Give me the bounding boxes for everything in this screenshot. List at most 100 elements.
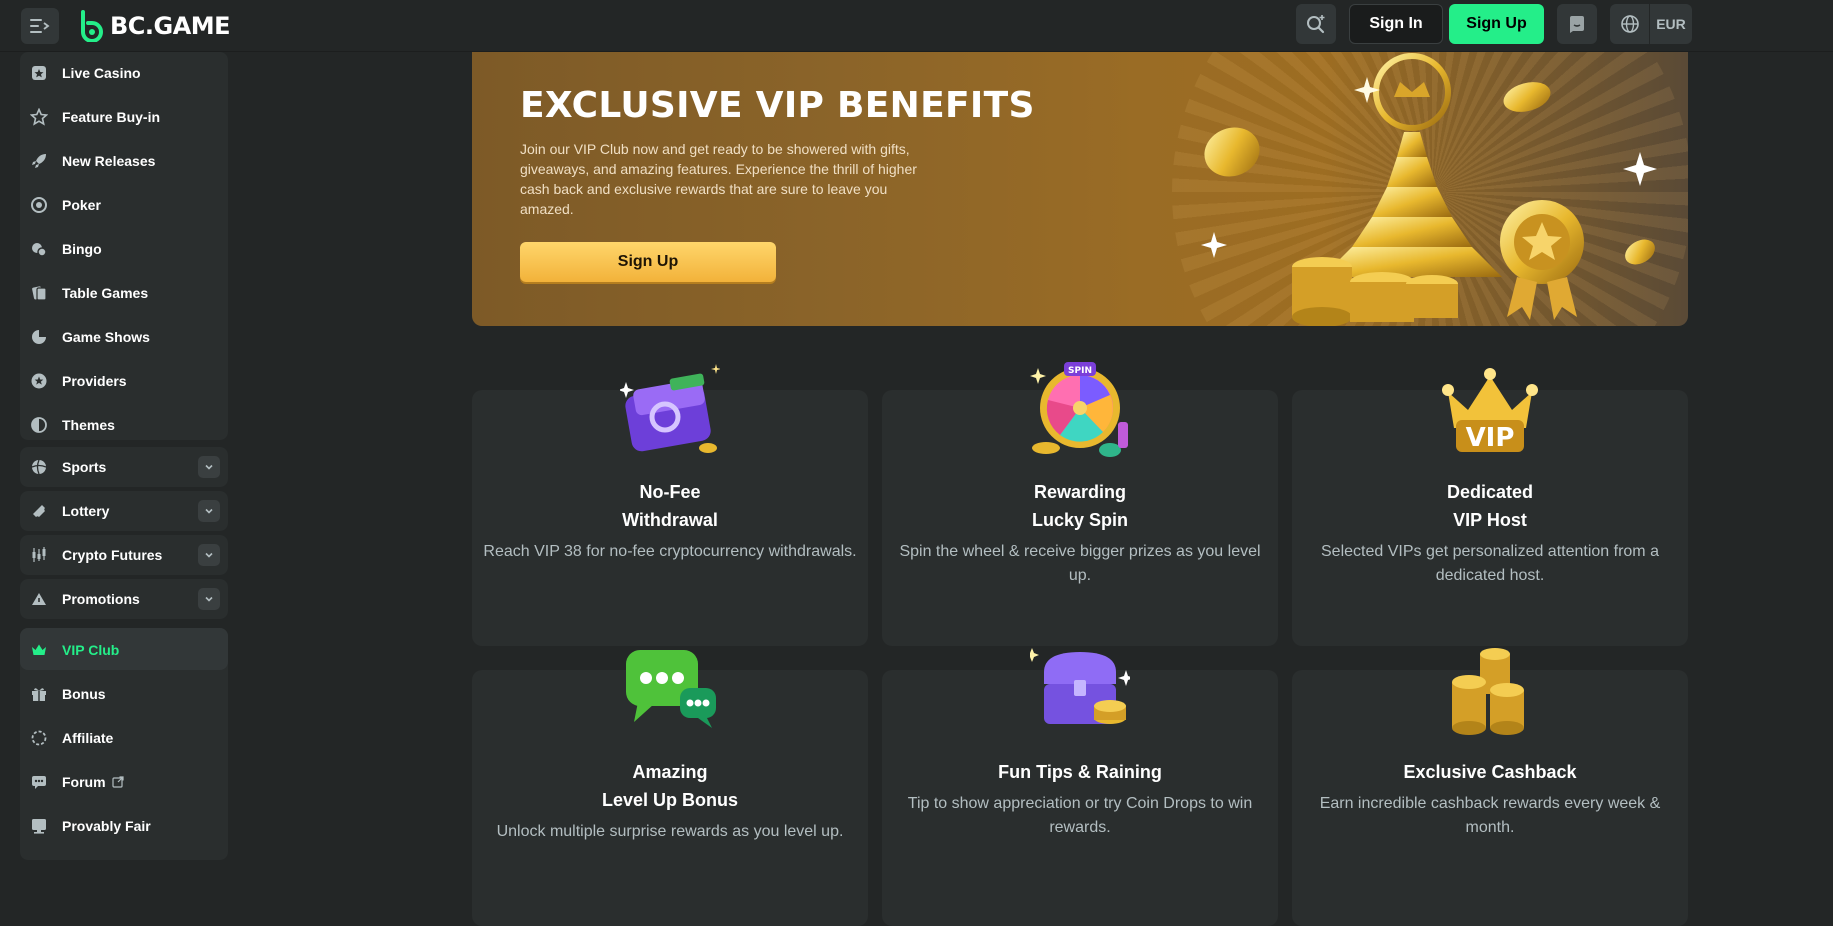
- sidebar-item-label: Crypto Futures: [62, 547, 163, 563]
- sidebar-item-bingo[interactable]: Bingo: [20, 227, 228, 271]
- sidebar-item-label: Provably Fair: [62, 818, 151, 834]
- poker-chip-icon: [28, 194, 50, 216]
- sidebar-item-label: Promotions: [62, 591, 140, 607]
- svg-text:VIP: VIP: [1466, 423, 1515, 453]
- provably-fair-icon: [28, 815, 50, 837]
- sidebar-item-poker[interactable]: Poker: [20, 183, 228, 227]
- search-icon: [1307, 15, 1325, 34]
- card-description: Selected VIPs get personalized attention…: [1321, 543, 1659, 584]
- sidebar-item-provably-fair[interactable]: Provably Fair: [20, 804, 228, 848]
- sidebar: Live Casino Feature Buy-in New Releases …: [0, 51, 243, 860]
- forum-icon: [28, 771, 50, 793]
- sidebar-item-game-shows[interactable]: Game Shows: [20, 315, 228, 359]
- gold-pyramid-illustration: [1201, 53, 1657, 326]
- benefit-card-no-fee-withdrawal: No-Fee Withdrawal Reach VIP 38 for no-fe…: [472, 364, 868, 646]
- affiliate-icon: [28, 727, 50, 749]
- chevron-down-icon[interactable]: [198, 544, 220, 566]
- sidebar-item-forum[interactable]: Forum: [20, 760, 228, 804]
- sign-in-button[interactable]: Sign In: [1349, 4, 1443, 44]
- menu-toggle-button[interactable]: [21, 8, 59, 44]
- table-games-icon: [28, 282, 50, 304]
- game-shows-icon: [28, 326, 50, 348]
- top-header: BC.GAME Sign In Sign Up EUR: [0, 0, 1833, 52]
- sidebar-item-label: Game Shows: [62, 329, 150, 345]
- sidebar-item-promotions[interactable]: Promotions: [20, 577, 228, 621]
- card-title: Withdrawal: [622, 510, 718, 530]
- sidebar-item-label: Lottery: [62, 503, 110, 519]
- hero-sign-up-button[interactable]: Sign Up: [520, 242, 776, 282]
- chevron-down-icon[interactable]: [198, 500, 220, 522]
- star-icon: [28, 106, 50, 128]
- sidebar-item-feature-buy-in[interactable]: Feature Buy-in: [20, 95, 228, 139]
- benefit-card-tips-raining: Fun Tips & Raining Tip to show appreciat…: [882, 648, 1278, 926]
- card-title: Lucky Spin: [1031, 510, 1129, 530]
- sidebar-item-table-games[interactable]: Table Games: [20, 271, 228, 315]
- chat-bubbles-icon: [626, 650, 716, 728]
- chevron-down-icon[interactable]: [198, 456, 220, 478]
- treasure-chest-icon: [1030, 648, 1130, 724]
- sidebar-item-label: Affiliate: [62, 730, 114, 746]
- hero-description: Join our VIP Club now and get ready to b…: [520, 141, 917, 217]
- vip-hero-banner: EXCLUSIVE VIP BENEFITS Join our VIP Club…: [472, 52, 1688, 326]
- sports-ball-icon: [28, 456, 50, 478]
- sidebar-item-crypto-futures[interactable]: Crypto Futures: [20, 533, 228, 577]
- lottery-ticket-icon: [28, 500, 50, 522]
- gift-icon: [28, 683, 50, 705]
- benefit-card-lucky-spin: SPIN Rewarding Lucky Spin Spin the wheel…: [882, 362, 1278, 646]
- sidebar-item-affiliate[interactable]: Affiliate: [20, 716, 228, 760]
- coin-stacks-icon: [1452, 648, 1524, 735]
- sidebar-item-label: Sports: [62, 459, 107, 475]
- sidebar-item-providers[interactable]: Providers: [20, 359, 228, 403]
- card-title: Level Up Bonus: [601, 790, 739, 810]
- sidebar-item-label: Forum: [62, 774, 106, 790]
- wallet-icon: [620, 364, 720, 453]
- sidebar-item-sports[interactable]: Sports: [20, 445, 228, 489]
- card-description: Spin the wheel & receive bigger prizes a…: [899, 543, 1261, 584]
- hero-title: EXCLUSIVE VIP BENEFITS: [520, 85, 1035, 126]
- logo-text: BC.GAME: [110, 12, 231, 40]
- external-link-icon: [111, 776, 124, 788]
- card-title: Amazing: [632, 762, 708, 782]
- providers-icon: [28, 370, 50, 392]
- chat-button[interactable]: [1557, 4, 1597, 44]
- sidebar-item-themes[interactable]: Themes: [20, 403, 228, 447]
- sidebar-item-label: Live Casino: [62, 65, 141, 81]
- bc-logo-icon: [81, 10, 103, 42]
- rocket-icon: [28, 150, 50, 172]
- sidebar-item-label: New Releases: [62, 153, 156, 169]
- sidebar-item-lottery[interactable]: Lottery: [20, 489, 228, 533]
- card-description: Reach VIP 38 for no-fee cryptocurrency w…: [483, 543, 857, 560]
- sidebar-item-label: Bingo: [62, 241, 102, 257]
- vip-crown-icon: VIP: [1442, 368, 1538, 453]
- benefit-card-level-up-bonus: Amazing Level Up Bonus Unlock multiple s…: [472, 650, 868, 926]
- globe-icon: [1610, 4, 1650, 44]
- themes-icon: [28, 414, 50, 436]
- menu-icon: [30, 19, 50, 33]
- crown-icon: [28, 639, 50, 661]
- page-scrollbar[interactable]: [1811, 52, 1833, 849]
- sidebar-item-vip-club[interactable]: VIP Club: [20, 628, 228, 672]
- benefit-card-vip-host: VIP Dedicated VIP Host Selected VIPs get…: [1292, 368, 1688, 646]
- language-currency-button[interactable]: EUR: [1610, 4, 1692, 44]
- chat-icon: [1570, 16, 1584, 33]
- sidebar-item-label: Providers: [62, 373, 127, 389]
- promotions-icon: [28, 588, 50, 610]
- candlestick-icon: [28, 544, 50, 566]
- sidebar-item-label: Themes: [62, 417, 115, 433]
- benefit-card-cashback: Exclusive Cashback Earn incredible cashb…: [1292, 648, 1688, 926]
- sidebar-item-label: Table Games: [62, 285, 149, 301]
- card-title: Rewarding: [1033, 482, 1126, 502]
- card-title: VIP Host: [1453, 510, 1527, 530]
- chevron-down-icon[interactable]: [198, 588, 220, 610]
- search-button[interactable]: [1296, 4, 1336, 44]
- currency-label: EUR: [1656, 16, 1686, 32]
- site-logo[interactable]: BC.GAME: [78, 8, 231, 44]
- sidebar-item-new-releases[interactable]: New Releases: [20, 139, 228, 183]
- sidebar-item-label: Bonus: [62, 686, 106, 702]
- svg-text:SPIN: SPIN: [1068, 366, 1092, 376]
- sidebar-item-live-casino[interactable]: Live Casino: [20, 51, 228, 95]
- sign-up-button[interactable]: Sign Up: [1449, 4, 1544, 44]
- card-description: Tip to show appreciation or try Coin Dro…: [907, 795, 1253, 836]
- sidebar-item-label: Poker: [62, 197, 101, 213]
- sidebar-item-bonus[interactable]: Bonus: [20, 672, 228, 716]
